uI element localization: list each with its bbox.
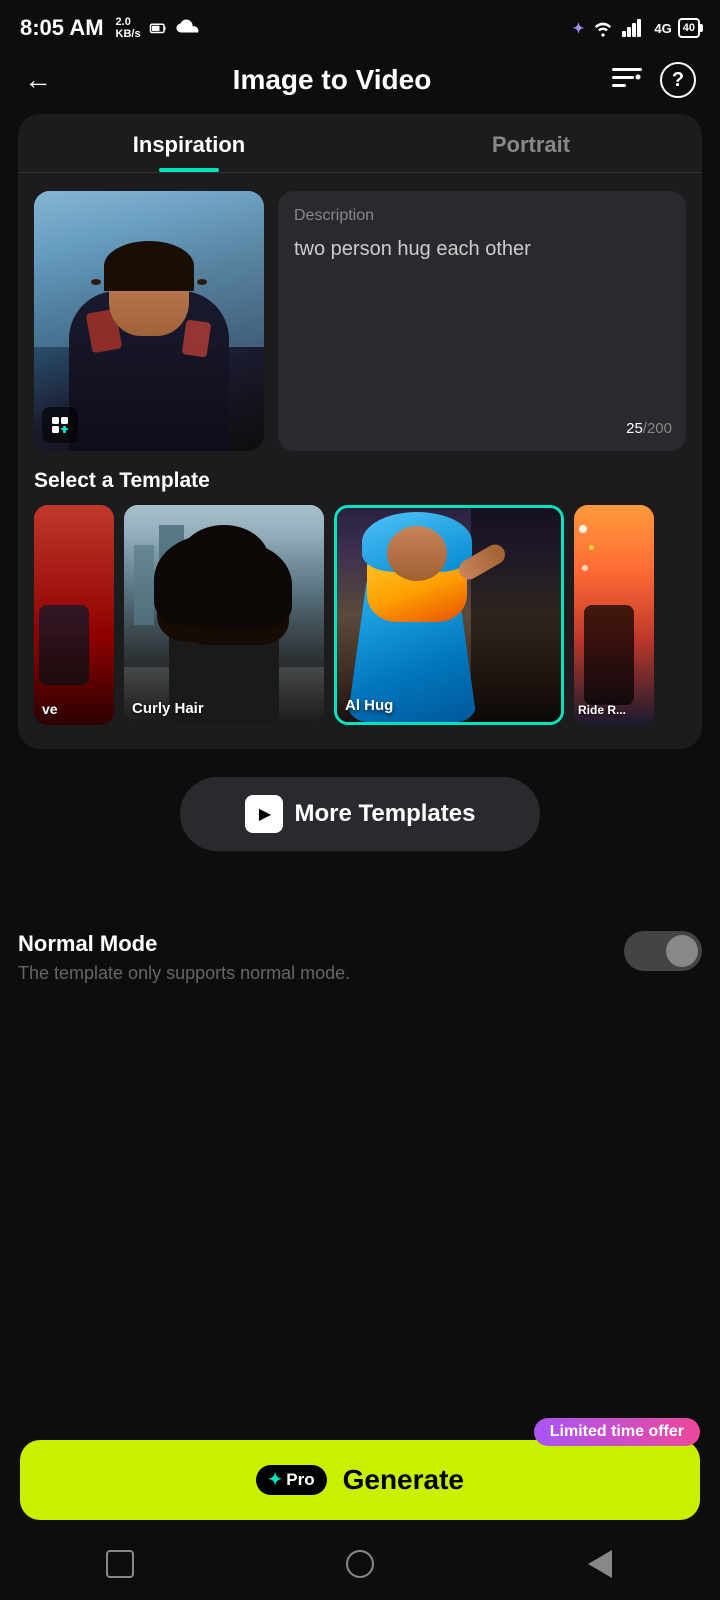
triangle-icon	[588, 1550, 612, 1578]
battery-charging-icon	[149, 19, 167, 37]
signal-icon	[622, 19, 648, 37]
normal-mode-text: Normal Mode The template only supports n…	[18, 931, 350, 984]
tab-bar: Inspiration Portrait	[18, 114, 702, 173]
generate-section: Limited time offer ✦ Pro Generate	[0, 1440, 720, 1520]
char-count: 25	[626, 420, 643, 437]
status-bar: 8:05 AM 2.0 KB/s ✦ 4G 40	[0, 0, 720, 52]
header: ← Image to Video ?	[0, 52, 720, 114]
network-type: 4G	[654, 21, 671, 36]
more-templates-button[interactable]: More Templates	[180, 777, 540, 851]
help-icon[interactable]: ?	[660, 62, 696, 98]
play-icon	[245, 795, 283, 833]
template-item-curly-hair[interactable]: Curly Hair	[124, 505, 324, 725]
description-label: Description	[294, 207, 670, 225]
tab-inspiration[interactable]: Inspiration	[18, 114, 360, 172]
tab-portrait[interactable]: Portrait	[360, 114, 702, 172]
battery-indicator: 40	[678, 18, 700, 38]
speed-display: 2.0	[116, 16, 141, 28]
header-icons: ?	[612, 62, 696, 98]
status-right: ✦ 4G 40	[573, 18, 700, 38]
normal-mode-title: Normal Mode	[18, 931, 350, 957]
template-label-al-hug: Al Hug	[345, 697, 393, 714]
back-button[interactable]: ←	[24, 64, 52, 96]
content-row: Description two person hug each other 25…	[18, 173, 702, 465]
char-max: 200	[647, 420, 672, 437]
preview-image	[34, 191, 264, 451]
normal-mode-section: Normal Mode The template only supports n…	[18, 931, 702, 984]
battery-level: 40	[683, 22, 695, 34]
square-icon	[106, 1550, 134, 1578]
description-counter: 25/200	[626, 420, 672, 437]
template-item-al-hug[interactable]: Al Hug	[334, 505, 564, 725]
circle-icon	[346, 1550, 374, 1578]
page-title: Image to Video	[233, 64, 432, 96]
template-label-ve: ve	[42, 701, 58, 717]
nav-home-button[interactable]	[335, 1539, 385, 1589]
limited-offer-badge: Limited time offer	[534, 1418, 700, 1446]
normal-mode-description: The template only supports normal mode.	[18, 963, 350, 984]
filter-icon[interactable]	[612, 65, 642, 96]
pro-star: ✦	[268, 1470, 282, 1490]
template-label-curly-hair: Curly Hair	[132, 700, 204, 717]
more-templates-label: More Templates	[295, 800, 476, 828]
generate-label: Generate	[343, 1464, 464, 1496]
select-template-label: Select a Template	[18, 465, 702, 505]
description-box[interactable]: Description two person hug each other 25…	[278, 191, 686, 451]
pro-badge: ✦ Pro	[256, 1465, 327, 1495]
main-card: Inspiration Portrait	[18, 114, 702, 749]
description-text[interactable]: two person hug each other	[294, 235, 670, 263]
toggle-knob	[666, 935, 698, 967]
cloud-icon	[175, 19, 203, 37]
template-item-ve[interactable]: ve	[34, 505, 114, 725]
nav-square-button[interactable]	[95, 1539, 145, 1589]
normal-mode-toggle[interactable]	[624, 931, 702, 971]
templates-scroll: ve Curly Hair	[18, 505, 702, 729]
wifi-icon	[590, 18, 616, 38]
add-image-icon[interactable]	[42, 407, 78, 443]
bottom-nav	[0, 1528, 720, 1600]
template-label-ride: Ride R...	[578, 703, 626, 717]
pro-label: Pro	[286, 1470, 314, 1490]
image-preview[interactable]	[34, 191, 264, 451]
time-display: 8:05 AM	[20, 15, 104, 41]
nav-back-button[interactable]	[575, 1539, 625, 1589]
template-item-ride[interactable]: Ride R...	[574, 505, 654, 725]
ai-icon: ✦	[573, 20, 585, 37]
speed-unit: KB/s	[116, 28, 141, 40]
status-left: 8:05 AM 2.0 KB/s	[20, 15, 203, 41]
generate-button[interactable]: ✦ Pro Generate	[20, 1440, 700, 1520]
